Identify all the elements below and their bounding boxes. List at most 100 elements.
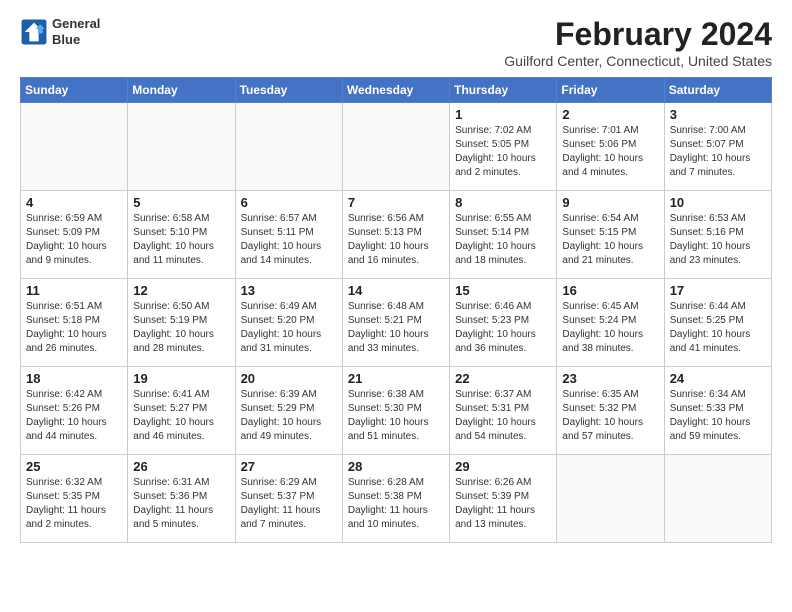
- day-number: 9: [562, 195, 658, 210]
- day-number: 4: [26, 195, 122, 210]
- day-detail: Sunrise: 6:51 AM Sunset: 5:18 PM Dayligh…: [26, 300, 122, 356]
- day-number: 19: [133, 371, 229, 386]
- weekday-header: Friday: [557, 78, 664, 103]
- day-number: 11: [26, 283, 122, 298]
- day-detail: Sunrise: 6:26 AM Sunset: 5:39 PM Dayligh…: [455, 476, 551, 532]
- calendar-cell: 22 Sunrise: 6:37 AM Sunset: 5:31 PM Dayli…: [450, 367, 557, 455]
- day-number: 14: [348, 283, 444, 298]
- day-number: 17: [670, 283, 766, 298]
- day-number: 24: [670, 371, 766, 386]
- calendar-cell: 20 Sunrise: 6:39 AM Sunset: 5:29 PM Dayli…: [235, 367, 342, 455]
- calendar-cell: 2 Sunrise: 7:01 AM Sunset: 5:06 PM Daylig…: [557, 103, 664, 191]
- calendar-cell: 27Sunrise: 6:29 AM Sunset: 5:37 PM Dayli…: [235, 455, 342, 543]
- day-detail: Sunrise: 6:55 AM Sunset: 5:14 PM Dayligh…: [455, 212, 551, 268]
- day-number: 22: [455, 371, 551, 386]
- calendar-cell: 9 Sunrise: 6:54 AM Sunset: 5:15 PM Daylig…: [557, 191, 664, 279]
- day-detail: Sunrise: 6:32 AM Sunset: 5:35 PM Dayligh…: [26, 476, 122, 532]
- calendar-cell: 25 Sunrise: 6:32 AM Sunset: 5:35 PM Dayli…: [21, 455, 128, 543]
- day-number: 13: [241, 283, 337, 298]
- weekday-row: SundayMondayTuesdayWednesdayThursdayFrid…: [21, 78, 772, 103]
- calendar-cell: 26Sunrise: 6:31 AM Sunset: 5:36 PM Dayli…: [128, 455, 235, 543]
- day-detail: Sunrise: 6:44 AM Sunset: 5:25 PM Dayligh…: [670, 300, 766, 356]
- calendar-cell: 14Sunrise: 6:48 AM Sunset: 5:21 PM Dayli…: [342, 279, 449, 367]
- day-detail: Sunrise: 6:59 AM Sunset: 5:09 PM Dayligh…: [26, 212, 122, 268]
- calendar-cell: [235, 103, 342, 191]
- day-detail: Sunrise: 6:57 AM Sunset: 5:11 PM Dayligh…: [241, 212, 337, 268]
- day-detail: Sunrise: 6:38 AM Sunset: 5:30 PM Dayligh…: [348, 388, 444, 444]
- calendar-cell: 10 Sunrise: 6:53 AM Sunset: 5:16 PM Dayli…: [664, 191, 771, 279]
- day-number: 7: [348, 195, 444, 210]
- calendar-cell: 19 Sunrise: 6:41 AM Sunset: 5:27 PM Dayli…: [128, 367, 235, 455]
- day-detail: Sunrise: 6:41 AM Sunset: 5:27 PM Dayligh…: [133, 388, 229, 444]
- weekday-header: Monday: [128, 78, 235, 103]
- calendar-body: 1 Sunrise: 7:02 AM Sunset: 5:05 PM Daylig…: [21, 103, 772, 543]
- calendar-cell: 3Sunrise: 7:00 AM Sunset: 5:07 PM Daylig…: [664, 103, 771, 191]
- calendar-cell: 13 Sunrise: 6:49 AM Sunset: 5:20 PM Dayli…: [235, 279, 342, 367]
- day-number: 20: [241, 371, 337, 386]
- calendar-week-row: 4 Sunrise: 6:59 AM Sunset: 5:09 PM Daylig…: [21, 191, 772, 279]
- calendar-cell: 5 Sunrise: 6:58 AM Sunset: 5:10 PM Daylig…: [128, 191, 235, 279]
- calendar-cell: 12 Sunrise: 6:50 AM Sunset: 5:19 PM Dayli…: [128, 279, 235, 367]
- day-detail: Sunrise: 6:42 AM Sunset: 5:26 PM Dayligh…: [26, 388, 122, 444]
- calendar-cell: 29 Sunrise: 6:26 AM Sunset: 5:39 PM Dayli…: [450, 455, 557, 543]
- day-number: 26: [133, 459, 229, 474]
- day-number: 29: [455, 459, 551, 474]
- calendar-cell: 24Sunrise: 6:34 AM Sunset: 5:33 PM Dayli…: [664, 367, 771, 455]
- day-detail: Sunrise: 6:28 AM Sunset: 5:38 PM Dayligh…: [348, 476, 444, 532]
- day-detail: Sunrise: 6:39 AM Sunset: 5:29 PM Dayligh…: [241, 388, 337, 444]
- day-detail: Sunrise: 6:49 AM Sunset: 5:20 PM Dayligh…: [241, 300, 337, 356]
- calendar-cell: [128, 103, 235, 191]
- day-detail: Sunrise: 6:53 AM Sunset: 5:16 PM Dayligh…: [670, 212, 766, 268]
- calendar-cell: 6 Sunrise: 6:57 AM Sunset: 5:11 PM Daylig…: [235, 191, 342, 279]
- calendar-cell: 15 Sunrise: 6:46 AM Sunset: 5:23 PM Dayli…: [450, 279, 557, 367]
- weekday-header: Wednesday: [342, 78, 449, 103]
- calendar-cell: 23 Sunrise: 6:35 AM Sunset: 5:32 PM Dayli…: [557, 367, 664, 455]
- day-number: 5: [133, 195, 229, 210]
- calendar-header: SundayMondayTuesdayWednesdayThursdayFrid…: [21, 78, 772, 103]
- day-number: 10: [670, 195, 766, 210]
- calendar-week-row: 1 Sunrise: 7:02 AM Sunset: 5:05 PM Daylig…: [21, 103, 772, 191]
- day-detail: Sunrise: 7:02 AM Sunset: 5:05 PM Dayligh…: [455, 124, 551, 180]
- day-detail: Sunrise: 6:37 AM Sunset: 5:31 PM Dayligh…: [455, 388, 551, 444]
- day-number: 16: [562, 283, 658, 298]
- calendar-cell: 28Sunrise: 6:28 AM Sunset: 5:38 PM Dayli…: [342, 455, 449, 543]
- calendar-cell: 1 Sunrise: 7:02 AM Sunset: 5:05 PM Daylig…: [450, 103, 557, 191]
- day-number: 1: [455, 107, 551, 122]
- calendar-cell: 11 Sunrise: 6:51 AM Sunset: 5:18 PM Dayli…: [21, 279, 128, 367]
- day-number: 8: [455, 195, 551, 210]
- day-number: 23: [562, 371, 658, 386]
- logo: General Blue: [20, 16, 100, 47]
- day-detail: Sunrise: 6:29 AM Sunset: 5:37 PM Dayligh…: [241, 476, 337, 532]
- calendar-cell: 17 Sunrise: 6:44 AM Sunset: 5:25 PM Dayli…: [664, 279, 771, 367]
- calendar-cell: [21, 103, 128, 191]
- day-number: 15: [455, 283, 551, 298]
- page-subtitle: Guilford Center, Connecticut, United Sta…: [504, 53, 772, 69]
- day-detail: Sunrise: 7:00 AM Sunset: 5:07 PM Dayligh…: [670, 124, 766, 180]
- day-detail: Sunrise: 6:54 AM Sunset: 5:15 PM Dayligh…: [562, 212, 658, 268]
- day-detail: Sunrise: 6:50 AM Sunset: 5:19 PM Dayligh…: [133, 300, 229, 356]
- calendar-cell: 16 Sunrise: 6:45 AM Sunset: 5:24 PM Dayli…: [557, 279, 664, 367]
- day-number: 6: [241, 195, 337, 210]
- day-detail: Sunrise: 6:45 AM Sunset: 5:24 PM Dayligh…: [562, 300, 658, 356]
- day-number: 12: [133, 283, 229, 298]
- header: General Blue February 2024 Guilford Cent…: [20, 16, 772, 69]
- day-number: 25: [26, 459, 122, 474]
- day-detail: Sunrise: 6:46 AM Sunset: 5:23 PM Dayligh…: [455, 300, 551, 356]
- logo-icon: [20, 18, 48, 46]
- calendar-cell: 18Sunrise: 6:42 AM Sunset: 5:26 PM Dayli…: [21, 367, 128, 455]
- calendar-cell: [664, 455, 771, 543]
- day-detail: Sunrise: 6:58 AM Sunset: 5:10 PM Dayligh…: [133, 212, 229, 268]
- page-title: February 2024: [504, 16, 772, 53]
- calendar-week-row: 11 Sunrise: 6:51 AM Sunset: 5:18 PM Dayli…: [21, 279, 772, 367]
- day-number: 2: [562, 107, 658, 122]
- calendar-cell: [342, 103, 449, 191]
- logo-text: General Blue: [52, 16, 100, 47]
- day-detail: Sunrise: 6:35 AM Sunset: 5:32 PM Dayligh…: [562, 388, 658, 444]
- day-detail: Sunrise: 7:01 AM Sunset: 5:06 PM Dayligh…: [562, 124, 658, 180]
- calendar-week-row: 18Sunrise: 6:42 AM Sunset: 5:26 PM Dayli…: [21, 367, 772, 455]
- weekday-header: Thursday: [450, 78, 557, 103]
- calendar-week-row: 25 Sunrise: 6:32 AM Sunset: 5:35 PM Dayli…: [21, 455, 772, 543]
- weekday-header: Tuesday: [235, 78, 342, 103]
- calendar-cell: 7Sunrise: 6:56 AM Sunset: 5:13 PM Daylig…: [342, 191, 449, 279]
- title-area: February 2024 Guilford Center, Connectic…: [504, 16, 772, 69]
